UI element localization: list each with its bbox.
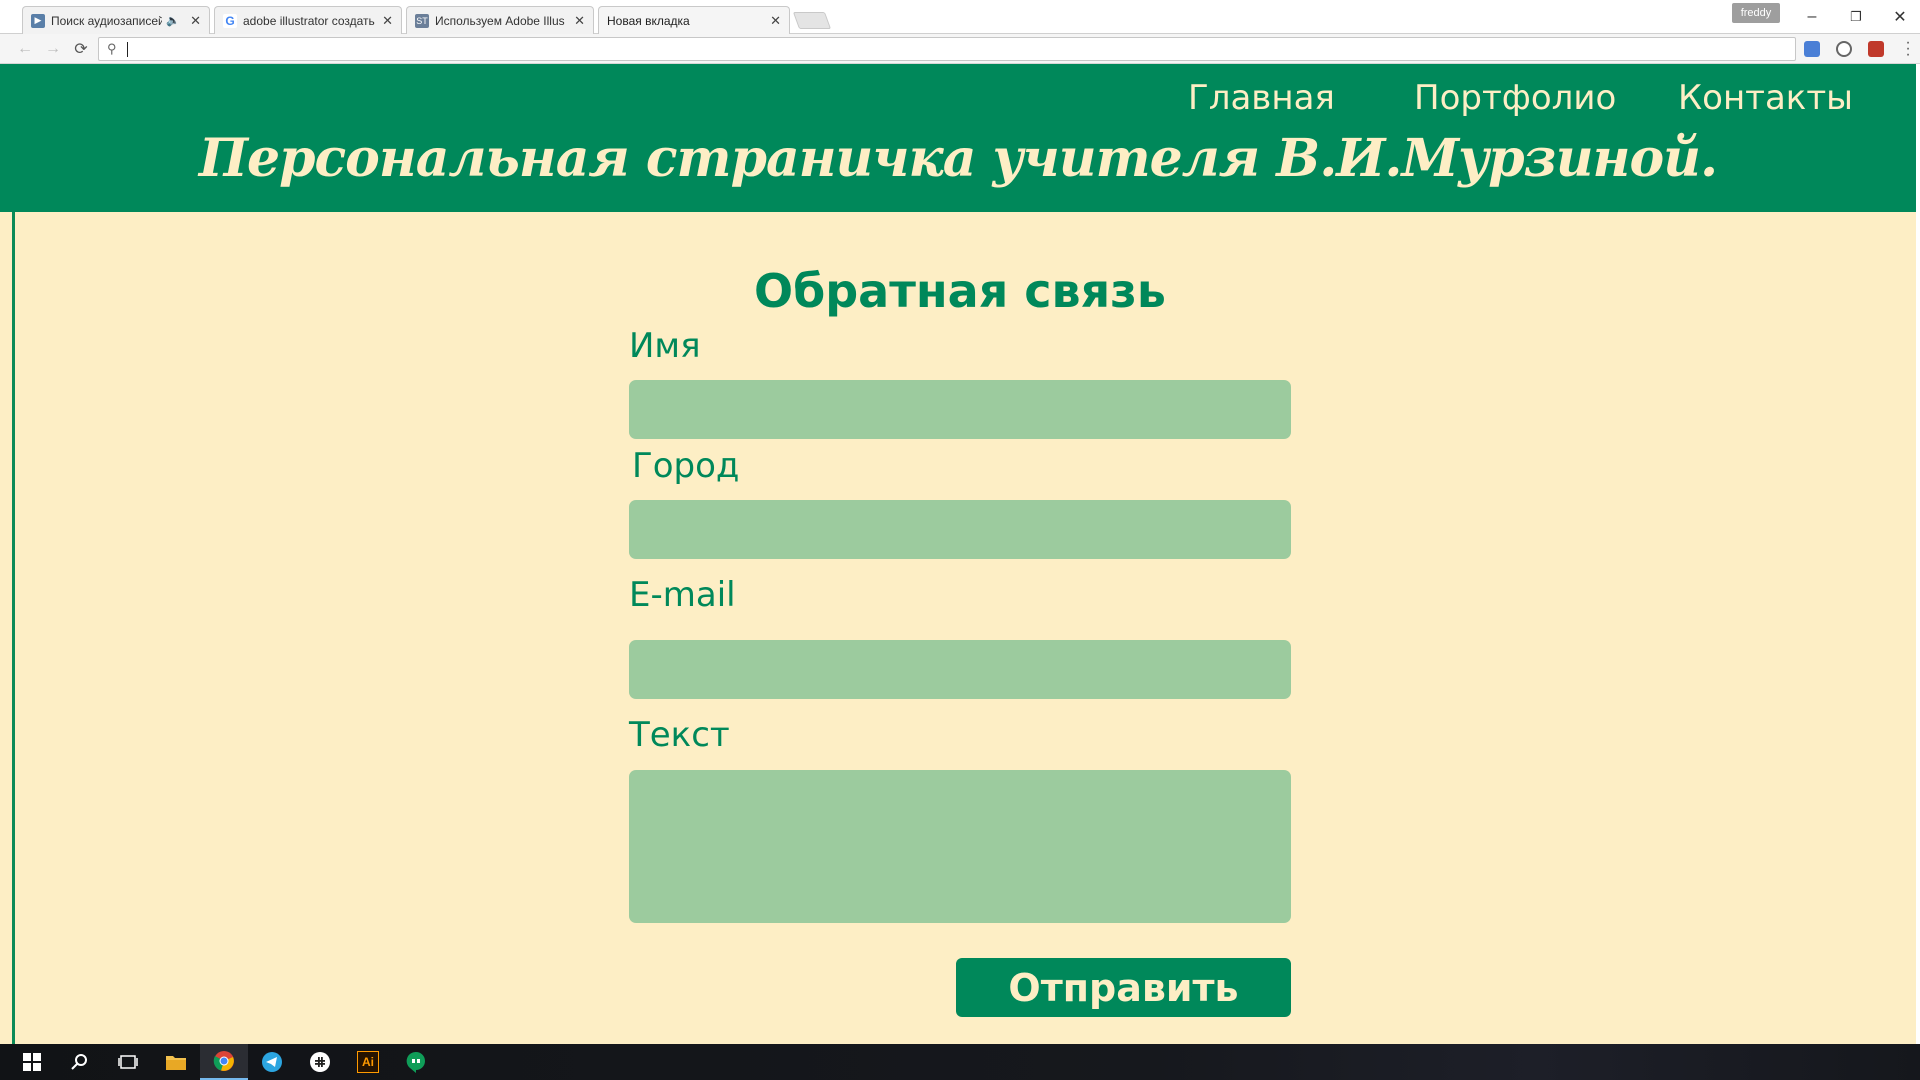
st-icon: ST bbox=[415, 13, 429, 28]
nav-link-contacts[interactable]: Контакты bbox=[1678, 78, 1853, 118]
message-textarea[interactable] bbox=[629, 770, 1291, 923]
hangouts-icon[interactable] bbox=[392, 1044, 440, 1080]
browser-tab-audio-search[interactable]: ▶ Поиск аудиозаписей 🔈 ✕ bbox=[22, 6, 210, 34]
left-border-line bbox=[12, 212, 15, 1044]
address-bar[interactable]: ⚲ bbox=[98, 37, 1796, 61]
slack-icon[interactable] bbox=[296, 1044, 344, 1080]
close-tab-icon[interactable]: ✕ bbox=[770, 13, 781, 29]
google-icon: G bbox=[223, 13, 237, 28]
browser-toolbar: ← → ⟳ ⚲ · · · bbox=[0, 34, 1920, 64]
illustrator-icon[interactable]: Ai bbox=[344, 1044, 392, 1080]
email-input[interactable] bbox=[629, 640, 1291, 699]
translate-extension-icon[interactable] bbox=[1804, 41, 1820, 57]
extension-gallery-icon[interactable] bbox=[1868, 41, 1884, 57]
text-label: Текст bbox=[629, 715, 730, 755]
minimize-icon[interactable]: – bbox=[1792, 2, 1832, 32]
back-icon[interactable]: ← bbox=[14, 38, 36, 60]
nav-link-portfolio[interactable]: Портфолио bbox=[1414, 78, 1616, 118]
site-header: Главная Портфолио Контакты Персональная … bbox=[0, 64, 1916, 212]
web-page: Главная Портфолио Контакты Персональная … bbox=[0, 64, 1920, 1044]
close-tab-icon[interactable]: ✕ bbox=[190, 13, 201, 29]
tab-title: Поиск аудиозаписей bbox=[51, 13, 163, 28]
tab-title: Используем Adobe Illus bbox=[435, 13, 565, 28]
close-window-icon[interactable]: ✕ bbox=[1880, 2, 1920, 32]
restore-icon[interactable]: ❐ bbox=[1836, 2, 1876, 32]
form-heading: Обратная связь bbox=[754, 264, 1166, 318]
speaker-icon[interactable]: 🔈 bbox=[166, 14, 180, 27]
extension-eye-icon[interactable] bbox=[1836, 41, 1852, 57]
close-tab-icon[interactable]: ✕ bbox=[574, 13, 585, 29]
profile-badge[interactable]: freddy bbox=[1732, 3, 1780, 23]
city-label: Город bbox=[632, 446, 740, 486]
close-tab-icon[interactable]: ✕ bbox=[382, 13, 393, 29]
city-input[interactable] bbox=[629, 500, 1291, 559]
task-view-icon[interactable] bbox=[104, 1044, 152, 1080]
name-input[interactable] bbox=[629, 380, 1291, 439]
forward-icon[interactable]: → bbox=[42, 38, 64, 60]
search-icon: ⚲ bbox=[107, 41, 117, 56]
browser-tab-new-tab[interactable]: Новая вкладка ✕ bbox=[598, 6, 790, 35]
chrome-icon[interactable] bbox=[200, 1044, 248, 1080]
browser-tab-illustrator-search[interactable]: G adobe illustrator создать ✕ bbox=[214, 6, 402, 34]
name-label: Имя bbox=[629, 326, 701, 366]
reload-icon[interactable]: ⟳ bbox=[70, 38, 92, 60]
illustrator-label: Ai bbox=[357, 1051, 379, 1073]
windows-taskbar: Ai bbox=[0, 1044, 1920, 1080]
tab-title: Новая вкладка bbox=[607, 14, 690, 28]
text-caret bbox=[127, 42, 128, 57]
tab-title: adobe illustrator создать bbox=[243, 13, 375, 28]
browser-menu-icon[interactable]: · · · bbox=[1904, 35, 1912, 63]
submit-button[interactable]: Отправить bbox=[956, 958, 1291, 1017]
site-title: Персональная страничка учителя В.И.Мурзи… bbox=[198, 128, 1718, 189]
telegram-icon[interactable] bbox=[248, 1044, 296, 1080]
page-right-edge bbox=[1916, 64, 1920, 1044]
new-tab-button[interactable] bbox=[792, 12, 832, 29]
email-label: E-mail bbox=[629, 575, 736, 615]
browser-tabstrip: ▶ Поиск аудиозаписей 🔈 ✕ G adobe illustr… bbox=[0, 0, 1920, 35]
play-icon: ▶ bbox=[31, 13, 45, 28]
browser-tab-illustrator-article[interactable]: ST Используем Adobe Illus ✕ bbox=[406, 6, 594, 34]
address-input[interactable] bbox=[129, 39, 1729, 59]
nav-link-home[interactable]: Главная bbox=[1188, 78, 1335, 118]
windows-start-icon[interactable] bbox=[8, 1044, 56, 1080]
search-icon[interactable] bbox=[56, 1044, 104, 1080]
file-explorer-icon[interactable] bbox=[152, 1044, 200, 1080]
